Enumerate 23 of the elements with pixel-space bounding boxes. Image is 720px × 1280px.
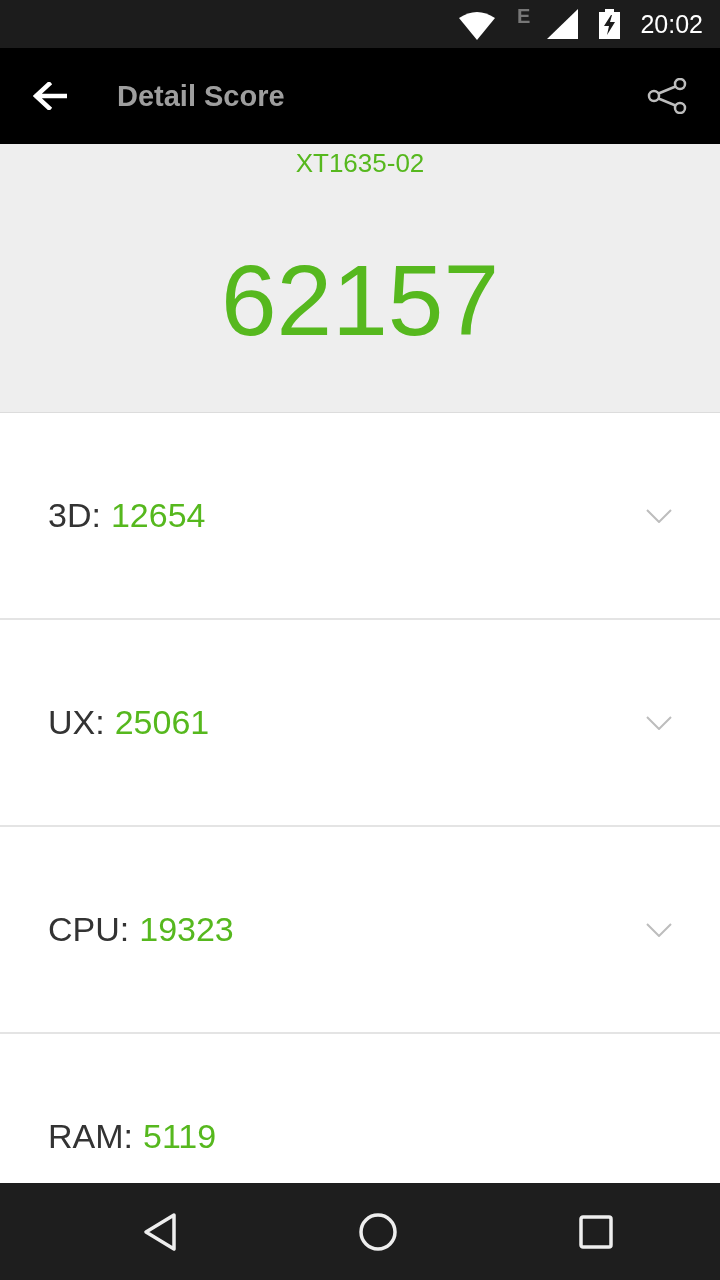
signal-icon (547, 9, 579, 39)
total-score: 62157 (220, 243, 500, 358)
score-value: 25061 (114, 703, 210, 742)
screen-title: Detail Score (117, 79, 285, 113)
score-value: 5119 (143, 1117, 217, 1156)
back-button[interactable] (33, 82, 67, 110)
score-label: RAM: (48, 1117, 133, 1156)
recents-square-icon[interactable] (579, 1214, 613, 1249)
wifi-icon (459, 12, 496, 40)
share-icon (647, 78, 687, 114)
score-value: 19323 (139, 910, 234, 949)
score-label: UX: (48, 703, 105, 742)
score-value: 12654 (110, 496, 206, 535)
device-model: XT1635-02 (295, 147, 425, 180)
network-type-label: E (517, 5, 531, 27)
score-label: CPU: (48, 910, 130, 949)
back-arrow-icon (33, 82, 67, 110)
score-label: 3D: (48, 496, 101, 535)
share-button[interactable] (647, 78, 687, 114)
home-circle-icon[interactable] (359, 1212, 397, 1251)
battery-charging-icon (599, 9, 621, 39)
back-triangle-icon[interactable] (143, 1211, 177, 1252)
clock-time: 20:02 (640, 9, 703, 39)
